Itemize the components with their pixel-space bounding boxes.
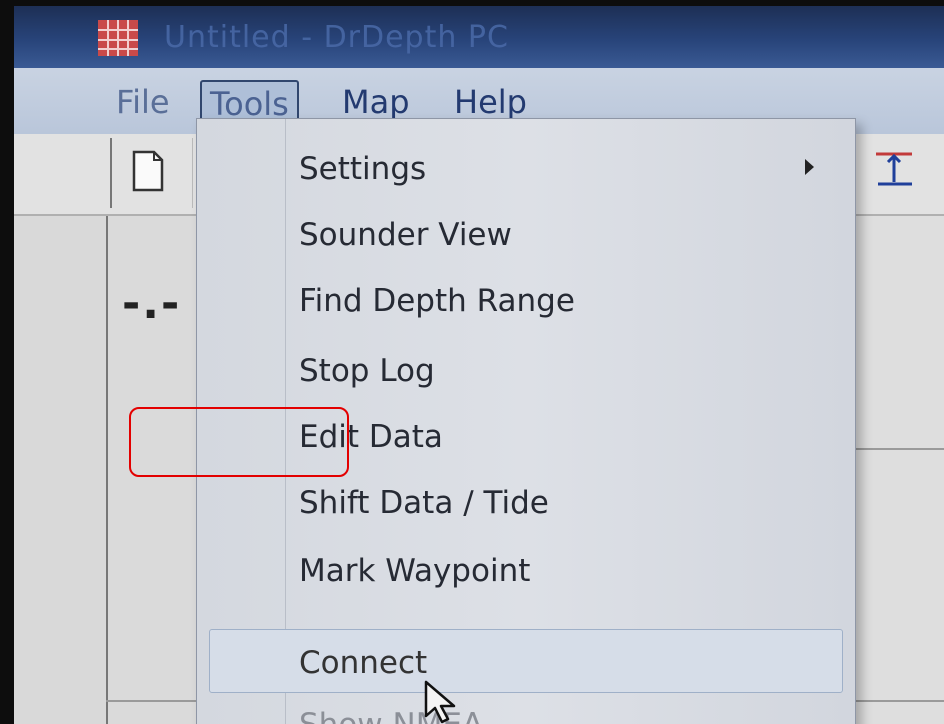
depth-readout: -.- <box>122 278 182 329</box>
right-panel <box>850 216 944 724</box>
app-grid-icon <box>98 20 138 56</box>
menu-item-find-depth-range[interactable]: Find Depth Range <box>299 281 575 321</box>
submenu-arrow-icon <box>805 159 814 175</box>
menu-item-shift-data-tide[interactable]: Shift Data / Tide <box>299 483 549 523</box>
mouse-cursor-icon <box>424 680 456 724</box>
menu-item-sounder-view[interactable]: Sounder View <box>299 215 512 255</box>
new-document-button[interactable] <box>110 138 193 208</box>
depth-marker-icon <box>876 152 912 186</box>
new-document-icon <box>132 150 164 192</box>
screen: Untitled - DrDepth PC File Tools Map Hel… <box>0 0 944 724</box>
menu-item-settings[interactable]: Settings <box>299 149 426 189</box>
menu-item-stop-log[interactable]: Stop Log <box>299 351 435 391</box>
depth-marker-button[interactable] <box>866 142 926 202</box>
monitor-bezel-left <box>0 0 14 724</box>
title-bar[interactable]: Untitled - DrDepth PC <box>14 6 944 68</box>
window-title: Untitled - DrDepth PC <box>164 20 509 55</box>
menu-item-connect[interactable]: Connect <box>299 643 427 683</box>
menu-file[interactable]: File <box>108 80 178 124</box>
grid-divider <box>850 448 944 450</box>
menu-item-mark-waypoint[interactable]: Mark Waypoint <box>299 551 530 591</box>
highlight-annotation <box>129 407 349 477</box>
